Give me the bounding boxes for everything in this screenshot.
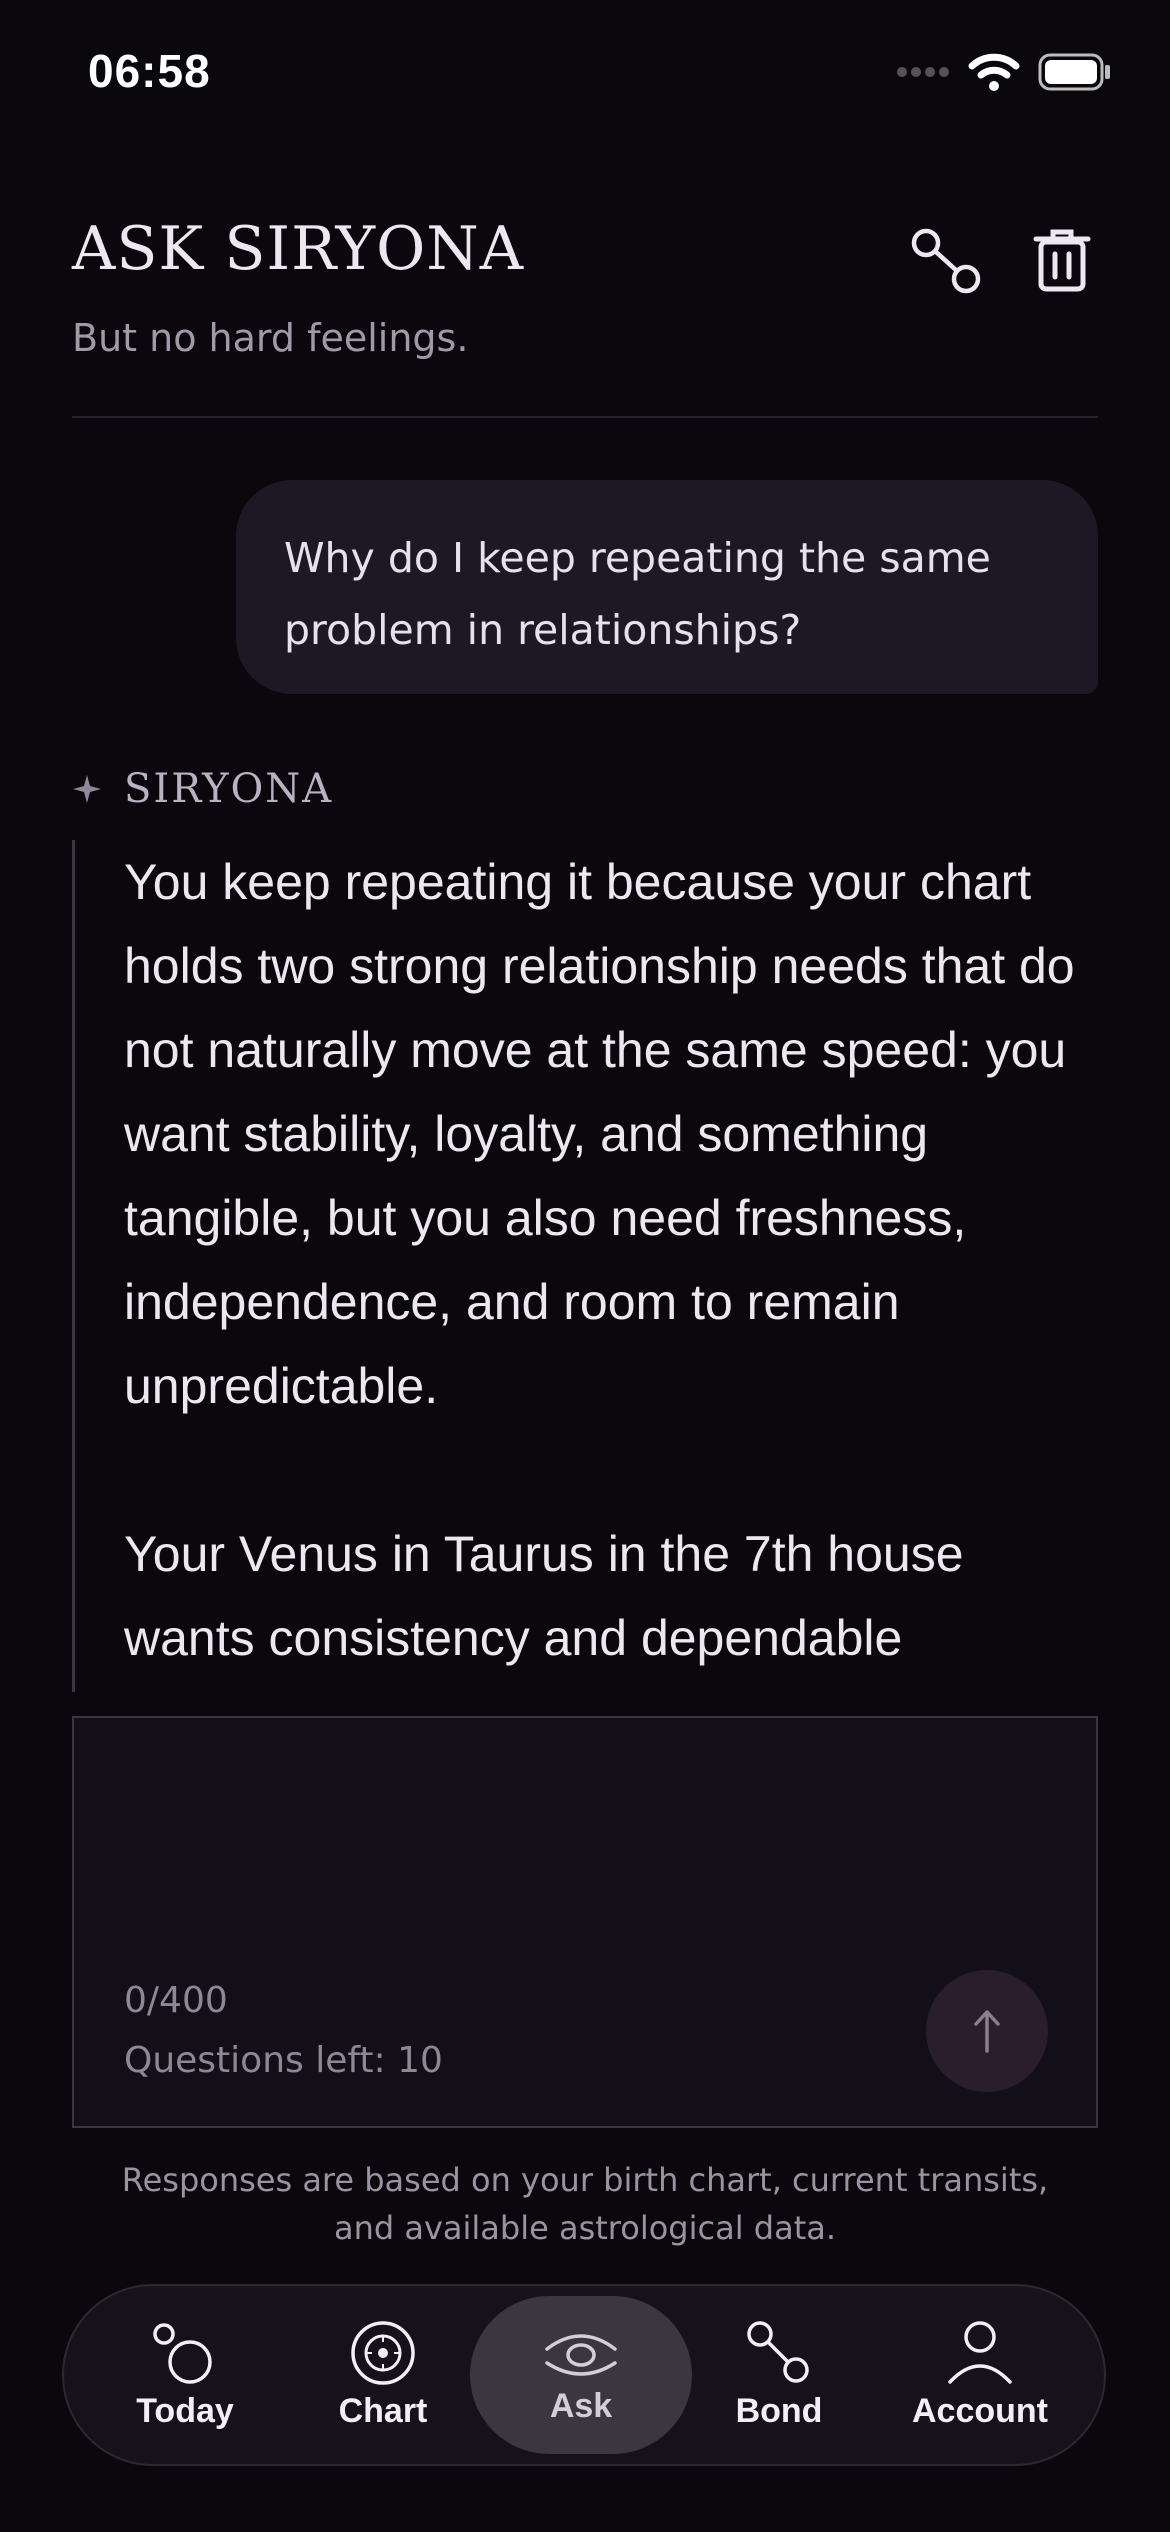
status-icons xyxy=(896,52,1112,92)
cellular-signal-icon xyxy=(897,67,949,77)
tab-label: Ask xyxy=(549,2386,613,2425)
tab-label: Account xyxy=(912,2391,1048,2430)
tab-chart[interactable]: Chart xyxy=(308,2296,458,2454)
header-divider xyxy=(72,416,1098,418)
tab-label: Today xyxy=(136,2391,234,2430)
assistant-label: SIRYONA xyxy=(72,766,333,812)
delete-chat-button[interactable] xyxy=(1012,210,1112,310)
trash-icon xyxy=(1033,229,1091,292)
assistant-name: SIRYONA xyxy=(124,766,334,812)
status-time: 06:58 xyxy=(88,45,211,97)
eye-icon xyxy=(545,2333,617,2376)
chart-wheel-icon xyxy=(351,2320,415,2385)
user-message-bubble: Why do I keep repeating the same problem… xyxy=(236,480,1098,694)
arrow-up-icon xyxy=(974,2010,1000,2053)
wifi-icon xyxy=(968,53,1020,91)
tab-today[interactable]: Today xyxy=(110,2296,260,2454)
tab-bond[interactable]: Bond xyxy=(704,2296,854,2454)
tab-account[interactable]: Account xyxy=(900,2296,1060,2454)
send-button[interactable] xyxy=(926,1970,1048,2092)
tab-label: Bond xyxy=(735,2391,823,2430)
assistant-message-rule xyxy=(72,840,75,1692)
disclaimer-text: Responses are based on your birth chart,… xyxy=(121,2161,1049,2247)
character-count: 0/400 xyxy=(124,1980,228,2021)
page-title: ASK SIRYONA xyxy=(72,214,525,284)
tab-ask[interactable]: Ask xyxy=(470,2296,692,2454)
person-icon xyxy=(948,2320,1012,2384)
assistant-message: You keep repeating it because your chart… xyxy=(124,854,1075,1666)
questions-left: Questions left: 10 xyxy=(124,2040,443,2081)
share-bond-button[interactable] xyxy=(900,214,996,310)
bubbles-icon xyxy=(153,2322,212,2384)
tab-label: Chart xyxy=(338,2391,428,2430)
page-subtitle: But no hard feelings. xyxy=(72,316,469,360)
bond-link-icon xyxy=(911,228,981,294)
sparkle-icon xyxy=(73,775,101,803)
bond-link-icon xyxy=(747,2320,809,2383)
battery-icon xyxy=(1038,53,1110,91)
